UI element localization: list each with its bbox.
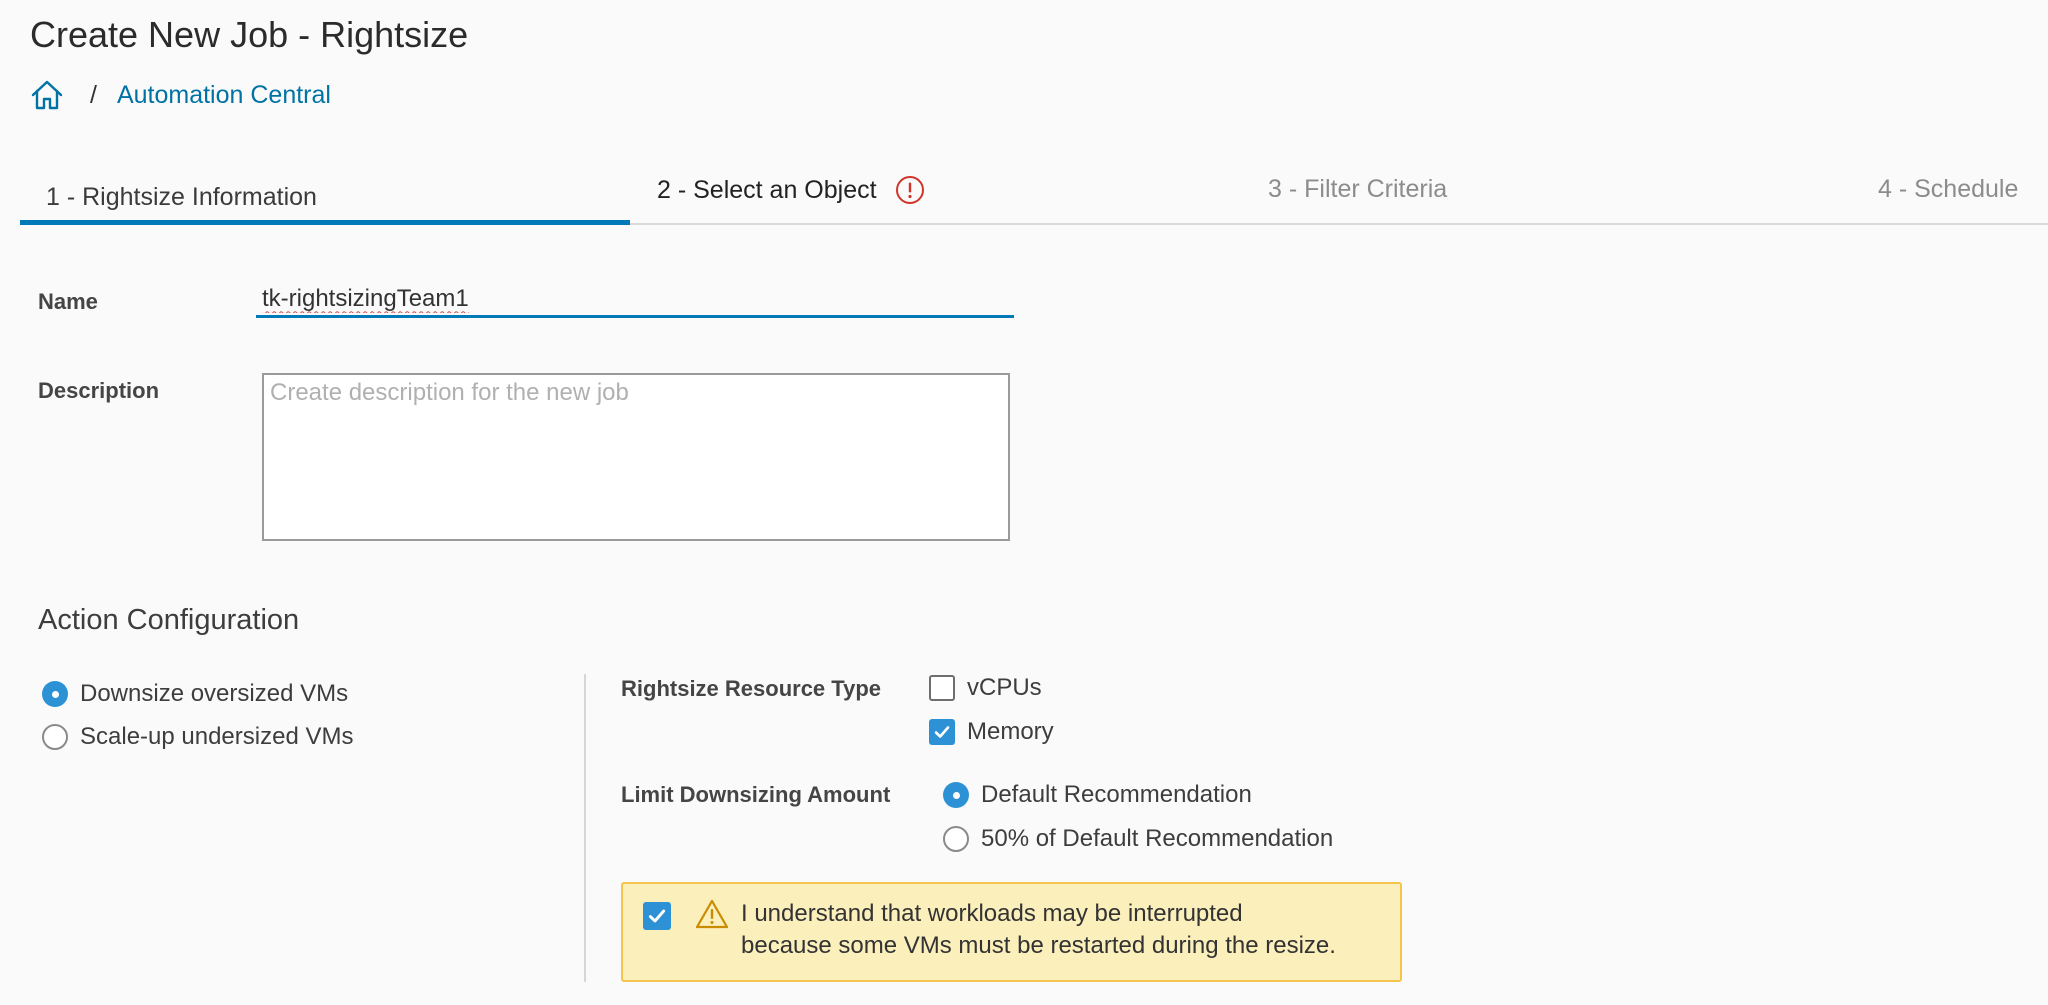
tab-schedule[interactable]: 4 - Schedule bbox=[1878, 175, 2018, 204]
radio-unselected-icon[interactable] bbox=[943, 826, 969, 852]
checkbox-label: vCPUs bbox=[967, 674, 1042, 701]
radio-scale-up-undersized[interactable]: Scale-up undersized VMs bbox=[42, 723, 353, 751]
limit-downsizing-label: Limit Downsizing Amount bbox=[621, 782, 891, 807]
radio-unselected-icon[interactable] bbox=[42, 724, 68, 750]
radio-label: Scale-up undersized VMs bbox=[80, 723, 354, 750]
description-textarea[interactable] bbox=[262, 373, 1010, 541]
name-input[interactable] bbox=[256, 282, 1014, 318]
checkbox-label: Memory bbox=[967, 718, 1054, 745]
tab-label: 1 - Rightsize Information bbox=[46, 183, 317, 211]
radio-selected-icon[interactable] bbox=[42, 681, 68, 707]
checkbox-vcpus[interactable]: vCPUs bbox=[929, 674, 1042, 702]
radio-default-recommendation[interactable]: Default Recommendation bbox=[943, 781, 1252, 809]
breadcrumb-separator: / bbox=[90, 80, 97, 109]
radio-50-percent-recommendation[interactable]: 50% of Default Recommendation bbox=[943, 825, 1333, 853]
description-label: Description bbox=[38, 378, 160, 403]
radio-label: Downsize oversized VMs bbox=[80, 680, 349, 707]
radio-downsize-oversized[interactable]: Downsize oversized VMs bbox=[42, 680, 348, 708]
tab-rightsize-information[interactable]: 1 - Rightsize Information bbox=[20, 175, 630, 225]
section-title-action-configuration: Action Configuration bbox=[38, 604, 300, 636]
error-icon bbox=[895, 175, 925, 205]
tab-label: 4 - Schedule bbox=[1878, 175, 2019, 203]
radio-label: 50% of Default Recommendation bbox=[981, 825, 1334, 852]
name-label: Name bbox=[38, 289, 98, 314]
warning-alert: I understand that workloads may be inter… bbox=[621, 882, 1402, 982]
warning-icon bbox=[695, 898, 729, 935]
wizard-steps: 1 - Rightsize Information 2 - Select an … bbox=[20, 163, 2048, 225]
warning-text-line: because some VMs must be restarted durin… bbox=[741, 932, 1336, 959]
breadcrumb: / Automation Central bbox=[30, 78, 331, 112]
home-icon[interactable] bbox=[30, 78, 64, 112]
tab-select-an-object[interactable]: 2 - Select an Object bbox=[657, 175, 925, 205]
warning-text: I understand that workloads may be inter… bbox=[741, 898, 1391, 962]
page-title: Create New Job - Rightsize bbox=[30, 14, 469, 55]
breadcrumb-link-automation-central[interactable]: Automation Central bbox=[117, 81, 331, 110]
checkbox-checked-icon[interactable] bbox=[929, 719, 955, 745]
warning-text-line: I understand that workloads may be inter… bbox=[741, 900, 1243, 927]
vertical-divider bbox=[584, 674, 586, 982]
tab-filter-criteria[interactable]: 3 - Filter Criteria bbox=[1268, 175, 1447, 204]
tab-label: 2 - Select an Object bbox=[657, 175, 877, 204]
checkbox-memory[interactable]: Memory bbox=[929, 718, 1054, 746]
checkbox-unchecked-icon[interactable] bbox=[929, 675, 955, 701]
acknowledge-checkbox[interactable] bbox=[643, 902, 671, 930]
resource-type-label: Rightsize Resource Type bbox=[621, 676, 881, 701]
radio-label: Default Recommendation bbox=[981, 781, 1252, 808]
tab-label: 3 - Filter Criteria bbox=[1268, 175, 1448, 203]
radio-selected-icon[interactable] bbox=[943, 782, 969, 808]
